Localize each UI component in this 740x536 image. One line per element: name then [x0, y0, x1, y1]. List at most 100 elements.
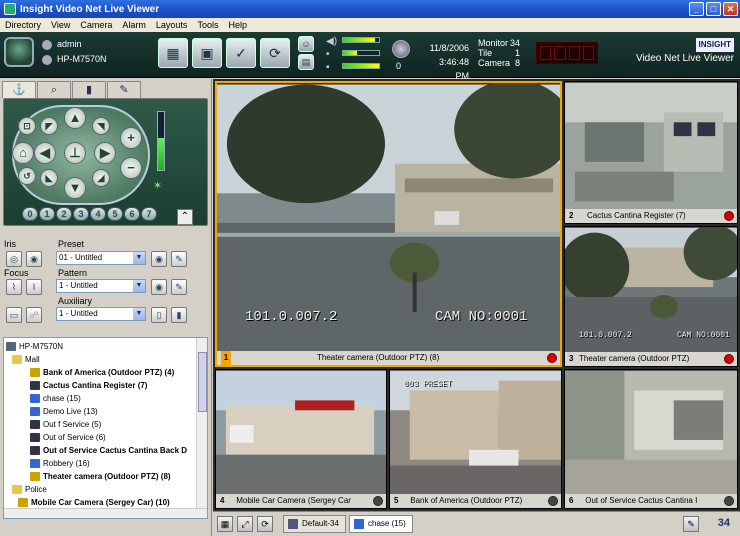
preset-7-button[interactable]: 7 — [141, 207, 157, 221]
focus-far-icon[interactable]: ǀ — [26, 279, 42, 295]
alarm-indicator-icon[interactable] — [547, 353, 557, 363]
checklist-button[interactable]: ✓ — [226, 38, 256, 68]
focus-near-icon[interactable]: ⌇ — [6, 279, 22, 295]
tree-folder-mall[interactable]: Mall — [12, 353, 40, 366]
signal-icon[interactable]: ▪ — [326, 62, 340, 73]
alarm-indicator-icon[interactable] — [724, 496, 734, 506]
tree-camera-item[interactable]: Out f Service (5) — [30, 418, 101, 431]
pan-left-icon[interactable]: ◀ — [34, 142, 56, 164]
video-tile-6[interactable]: 6 Out of Service Cactus Cantina I — [564, 369, 738, 509]
tree-camera-item[interactable]: chase (15) — [30, 392, 81, 405]
tab-chase[interactable]: chase (15) — [349, 515, 413, 533]
menu-alarm[interactable]: Alarm — [117, 20, 151, 30]
preset-4-button[interactable]: 4 — [90, 207, 106, 221]
preset-0-button[interactable]: 0 — [22, 207, 38, 221]
refresh-button[interactable]: ⟳ — [260, 38, 290, 68]
pan-up-left-icon[interactable]: ◤ — [40, 117, 58, 135]
aux-device-icon[interactable]: ▯ — [151, 307, 167, 323]
tree-horizontal-scrollbar[interactable] — [4, 508, 207, 518]
menu-directory[interactable]: Directory — [0, 20, 46, 30]
menu-tools[interactable]: Tools — [192, 20, 223, 30]
iris-close-icon[interactable]: ◉ — [26, 251, 42, 267]
rotate-icon[interactable]: ↺ — [18, 167, 36, 185]
auxiliary-select[interactable]: 1 - Untitled ▼ — [56, 307, 146, 321]
preset-3-button[interactable]: 3 — [73, 207, 89, 221]
tree-camera-item[interactable]: Out of Service (6) — [30, 431, 106, 444]
pan-down-icon[interactable]: ▼ — [64, 177, 86, 199]
tree-camera-item[interactable]: Theater camera (Outdoor PTZ) (8) — [30, 470, 171, 483]
maximize-button[interactable]: □ — [706, 2, 721, 16]
preset-view-icon[interactable]: ◉ — [151, 251, 167, 267]
alarm-indicator-icon[interactable] — [373, 496, 383, 506]
pattern-select[interactable]: 1 - Untitled ▼ — [56, 279, 146, 293]
close-button[interactable]: ✕ — [723, 2, 738, 16]
preset-1-button[interactable]: 1 — [39, 207, 55, 221]
preset-select[interactable]: 01 - Untitled ▼ — [56, 251, 146, 265]
preset-5-button[interactable]: 5 — [107, 207, 123, 221]
pan-up-icon[interactable]: ▲ — [64, 107, 86, 129]
tab-bookmark-icon[interactable]: ▮ — [72, 81, 106, 98]
tab-ptz-icon[interactable]: ⚓ — [2, 81, 36, 98]
minimize-button[interactable]: _ — [689, 2, 704, 16]
preset-edit-icon[interactable]: ✎ — [171, 251, 187, 267]
camera-view-button[interactable]: ▣ — [192, 38, 222, 68]
alarm-indicator-icon[interactable] — [548, 496, 558, 506]
tree-root[interactable]: HP-M7570N — [6, 340, 63, 353]
zoom-out-icon[interactable]: − — [120, 157, 142, 179]
speaker-icon[interactable]: ◀) — [326, 36, 340, 47]
tab-tools-icon[interactable]: ✎ — [107, 81, 141, 98]
pan-up-right-icon[interactable]: ◥ — [92, 117, 110, 135]
grid-layout-icon[interactable]: ▦ — [217, 516, 233, 532]
tree-folder-police[interactable]: Police — [12, 483, 47, 496]
tab-default-34[interactable]: Default-34 — [283, 515, 346, 533]
collapse-up-icon[interactable]: ⌃ — [177, 209, 193, 225]
mic-icon[interactable]: • — [326, 49, 340, 60]
chevron-down-icon[interactable]: ▼ — [133, 280, 145, 292]
menu-camera[interactable]: Camera — [75, 20, 117, 30]
ptz-center-icon[interactable]: ⊥ — [64, 142, 86, 164]
zoom-in-icon[interactable]: + — [120, 127, 142, 149]
video-tile-3[interactable]: 101.0.007.2 CAM NO:0001 3 Theater camera… — [564, 226, 738, 367]
pattern-view-icon[interactable]: ◉ — [151, 279, 167, 295]
fullscreen-icon[interactable]: ⤢ — [237, 516, 253, 532]
tree-camera-item[interactable]: Bank of America (Outdoor PTZ) (4) — [30, 366, 174, 379]
tree-vertical-scrollbar[interactable] — [196, 338, 207, 518]
menu-view[interactable]: View — [46, 20, 75, 30]
edit-icon[interactable]: ✎ — [683, 516, 699, 532]
pan-down-right-icon[interactable]: ◢ — [92, 169, 110, 187]
video-tile-1[interactable]: 101.0.007.2 CAM NO:0001 1 Theater camera… — [215, 81, 562, 367]
tree-camera-item[interactable]: Out of Service Cactus Cantina Back D — [30, 444, 187, 457]
cycle-icon[interactable]: ⟳ — [257, 516, 273, 532]
layout-view-button[interactable]: ▦ — [158, 38, 188, 68]
alarm-indicator-icon[interactable] — [724, 211, 734, 221]
pan-down-left-icon[interactable]: ◣ — [40, 169, 58, 187]
pan-right-icon[interactable]: ▶ — [94, 142, 116, 164]
chevron-down-icon[interactable]: ▼ — [133, 252, 145, 264]
video-tile-4[interactable]: 4 Mobile Car Camera (Sergey Car — [215, 369, 387, 509]
record-icon[interactable] — [392, 40, 410, 58]
home-icon[interactable]: ⌂ — [12, 142, 34, 164]
zoom-slider[interactable] — [157, 111, 165, 171]
menu-help[interactable]: Help — [223, 20, 252, 30]
chevron-down-icon[interactable]: ▼ — [133, 308, 145, 320]
iris-open-icon[interactable]: ◎ — [6, 251, 22, 267]
aux-device2-icon[interactable]: ▮ — [171, 307, 187, 323]
tree-camera-item[interactable]: Cactus Cantina Register (7) — [30, 379, 147, 392]
preset-2-button[interactable]: 2 — [56, 207, 72, 221]
signal-level[interactable] — [342, 63, 380, 69]
lock-ptz-icon[interactable]: ⊡ — [18, 117, 36, 135]
aux-icon[interactable]: ▭ — [6, 307, 22, 323]
tree-camera-item[interactable]: Demo Live (13) — [30, 405, 98, 418]
tree-camera-item[interactable]: Robbery (16) — [30, 457, 90, 470]
preset-6-button[interactable]: 6 — [124, 207, 140, 221]
video-tile-2[interactable]: 2 Cactus Cantina Register (7) — [564, 81, 738, 224]
snapshot-icon[interactable]: ☺ — [298, 36, 314, 52]
video-tile-5[interactable]: 003 PRESET 5 Bank of America (Outdoor PT… — [389, 369, 562, 509]
alarm-indicator-icon[interactable] — [724, 354, 734, 364]
mic-level[interactable] — [342, 50, 380, 56]
tab-search-icon[interactable]: ⌕ — [37, 81, 71, 98]
pattern-edit-icon[interactable]: ✎ — [171, 279, 187, 295]
print-icon[interactable]: ▤ — [298, 54, 314, 70]
volume-level[interactable] — [342, 37, 380, 43]
menu-layouts[interactable]: Layouts — [151, 20, 193, 30]
